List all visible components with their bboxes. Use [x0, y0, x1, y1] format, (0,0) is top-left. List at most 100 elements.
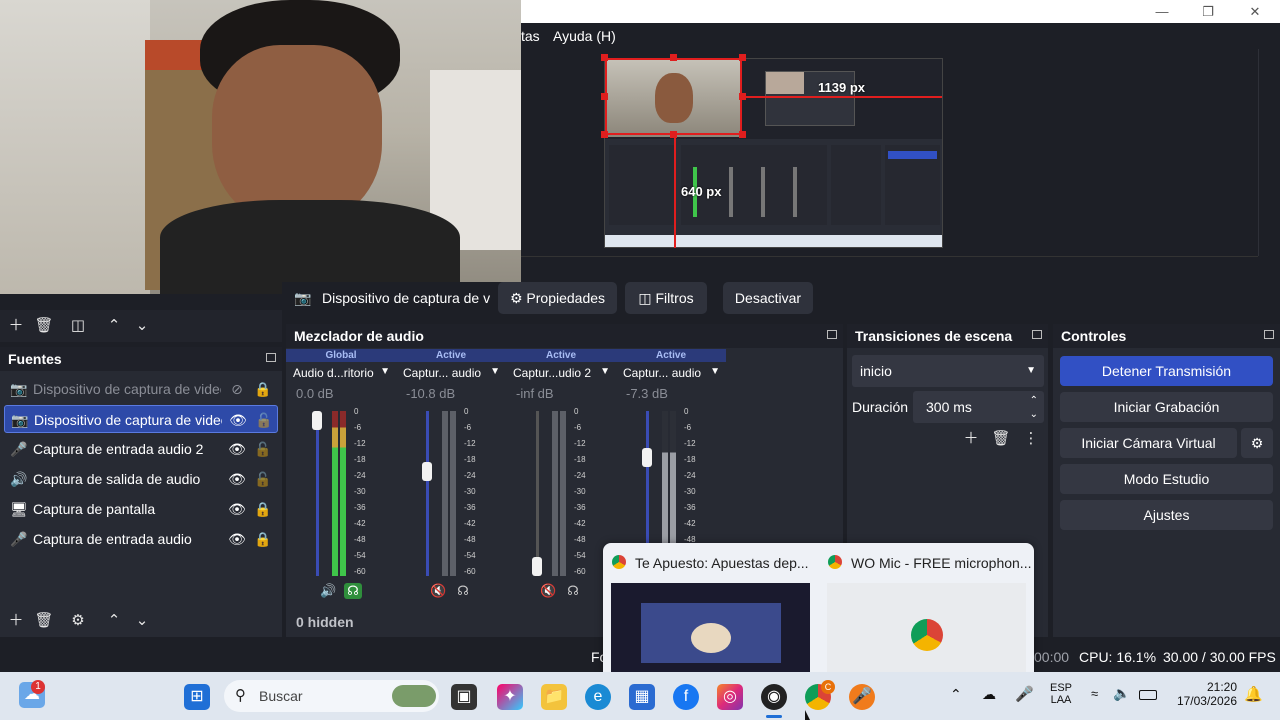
chrome-window-preview-2[interactable]: WO Mic - FREE microphon...	[819, 543, 1034, 672]
volume-fader-knob[interactable]	[532, 557, 542, 576]
channel-name[interactable]: Audio d...ritorio	[293, 366, 374, 380]
notification-bell-icon[interactable]: 🔔	[1244, 685, 1263, 703]
unlock-icon[interactable]: 🔓	[254, 435, 271, 463]
search-box[interactable]: ⚲ Buscar	[224, 680, 439, 712]
battery-icon[interactable]	[1139, 690, 1157, 700]
move-down-icon[interactable]: ⌄	[131, 610, 153, 632]
source-item[interactable]: 🎤 Captura de entrada audio 2 👁 🔓	[4, 435, 278, 463]
lock-icon[interactable]: 🔒	[254, 495, 271, 523]
selection-box[interactable]	[605, 58, 742, 135]
source-item[interactable]: 📷 Dispositivo de captura de video ⊘ 🔒	[4, 375, 278, 403]
eye-hidden-icon[interactable]: ⊘	[228, 375, 246, 403]
resize-handle-t[interactable]	[670, 54, 677, 61]
minimize-icon[interactable]: —	[1142, 2, 1182, 22]
file-explorer-icon[interactable]: 📁	[541, 684, 567, 710]
speaker-icon[interactable]: 🔊	[320, 583, 336, 599]
volume-fader-track[interactable]	[426, 411, 429, 576]
chevron-down-icon[interactable]: ▼	[380, 366, 390, 377]
filters-button[interactable]: ◫ Filtros	[625, 282, 707, 314]
headphones-icon[interactable]: ☊	[564, 583, 582, 599]
virtual-camera-settings-button[interactable]: ⚙	[1241, 428, 1273, 458]
clock[interactable]: 21:20 17/03/2026	[1173, 680, 1237, 708]
volume-fader-knob[interactable]	[642, 447, 652, 467]
resize-handle-l[interactable]	[601, 93, 608, 100]
language-indicator[interactable]: ESP LAA	[1050, 682, 1072, 706]
channel-name[interactable]: Captur... audio	[623, 366, 701, 380]
unlock-icon[interactable]: 🔓	[254, 465, 271, 493]
trash-icon[interactable]: 🗑	[33, 315, 55, 337]
facebook-icon[interactable]: f	[673, 684, 699, 710]
eye-icon[interactable]: 👁	[228, 525, 246, 553]
channel-name[interactable]: Captur... audio	[403, 366, 481, 380]
chevron-down-icon[interactable]: ▼	[600, 366, 610, 377]
resize-handle-tl[interactable]	[601, 54, 608, 61]
eye-icon[interactable]: 👁	[229, 406, 247, 434]
close-icon[interactable]: ✕	[1235, 2, 1275, 22]
resize-handle-bl[interactable]	[601, 131, 608, 138]
preview-scrollbar-vertical[interactable]	[1258, 49, 1280, 256]
undock-icon[interactable]	[1032, 330, 1042, 339]
move-up-icon[interactable]: ⌃	[103, 610, 125, 632]
eye-icon[interactable]: 👁	[228, 435, 246, 463]
studio-mode-button[interactable]: Modo Estudio	[1060, 464, 1273, 494]
start-icon[interactable]: ⊞	[184, 684, 210, 710]
muted-speaker-icon[interactable]: 🔇	[540, 583, 556, 599]
trash-icon[interactable]: 🗑	[990, 428, 1012, 450]
headphones-icon[interactable]: ☊	[454, 583, 472, 599]
unlock-icon[interactable]: 🔓	[255, 406, 272, 434]
lock-icon[interactable]: 🔒	[254, 525, 271, 553]
eye-icon[interactable]: 👁	[228, 495, 246, 523]
deactivate-button[interactable]: Desactivar	[723, 282, 813, 314]
source-item[interactable]: 🎤 Captura de entrada audio 👁 🔒	[4, 525, 278, 553]
add-transition-icon[interactable]: ＋	[960, 428, 982, 450]
filter-icon[interactable]: ◫	[67, 315, 89, 337]
add-scene-icon[interactable]: ＋	[5, 315, 27, 337]
maximize-icon[interactable]: ❐	[1188, 2, 1228, 22]
spin-down-icon[interactable]: ⌄	[1030, 399, 1038, 431]
lock-icon[interactable]: 🔒	[254, 375, 271, 403]
move-up-icon[interactable]: ⌃	[103, 315, 125, 337]
source-item[interactable]: 🖥 Captura de pantalla 👁 🔒	[4, 495, 278, 523]
preview-scrollbar-horizontal[interactable]	[521, 256, 1258, 268]
chevron-down-icon[interactable]: ▼	[490, 366, 500, 377]
task-view-icon[interactable]: ▣	[451, 684, 477, 710]
move-down-icon[interactable]: ⌄	[131, 315, 153, 337]
transition-select[interactable]: inicio ▼	[852, 355, 1044, 387]
volume-fader-track[interactable]	[316, 411, 319, 576]
obs-icon[interactable]: ◉	[761, 684, 787, 710]
resize-handle-tr[interactable]	[739, 54, 746, 61]
undock-icon[interactable]	[827, 330, 837, 339]
menu-item-help[interactable]: Ayuda (H)	[553, 28, 616, 44]
channel-name[interactable]: Captur...udio 2	[513, 366, 591, 380]
menu-item-tools[interactable]: tas	[521, 28, 540, 44]
undock-icon[interactable]	[266, 353, 276, 362]
wo-mic-icon[interactable]: 🎤	[849, 684, 875, 710]
gear-icon[interactable]: ⚙	[67, 610, 89, 632]
chrome-window-preview-1[interactable]: Te Apuesto: Apuestas dep...	[603, 543, 818, 672]
source-item[interactable]: 📷 Dispositivo de captura de video 👁 🔓	[4, 405, 278, 433]
resize-handle-b[interactable]	[670, 131, 677, 138]
eye-icon[interactable]: 👁	[228, 465, 246, 493]
chevron-down-icon[interactable]: ▼	[710, 366, 720, 377]
volume-fader-knob[interactable]	[422, 462, 432, 482]
copilot-icon[interactable]: ✦	[497, 684, 523, 710]
wifi-icon[interactable]: ≈	[1091, 686, 1098, 701]
settings-button[interactable]: Ajustes	[1060, 500, 1273, 530]
microphone-icon[interactable]: 🎤	[1015, 685, 1034, 703]
duration-field[interactable]: 300 ms ⌃ ⌄	[913, 391, 1044, 423]
start-recording-button[interactable]: Iniciar Grabación	[1060, 392, 1273, 422]
undock-icon[interactable]	[1264, 330, 1274, 339]
cloud-offline-icon[interactable]: ☁	[982, 686, 996, 703]
volume-fader-knob[interactable]	[312, 411, 322, 430]
instagram-icon[interactable]: ◎	[717, 684, 743, 710]
resize-handle-r[interactable]	[739, 93, 746, 100]
start-virtual-camera-button[interactable]: Iniciar Cámara Virtual	[1060, 428, 1237, 458]
trash-icon[interactable]: 🗑	[33, 610, 55, 632]
properties-button[interactable]: ⚙ Propiedades	[498, 282, 617, 314]
store-icon[interactable]: ▦	[629, 684, 655, 710]
resize-handle-br[interactable]	[739, 131, 746, 138]
stop-streaming-button[interactable]: Detener Transmisión	[1060, 356, 1273, 386]
edge-icon[interactable]: e	[585, 684, 611, 710]
headphones-icon[interactable]: ☊	[344, 583, 362, 599]
volume-icon[interactable]: 🔈	[1113, 685, 1130, 702]
